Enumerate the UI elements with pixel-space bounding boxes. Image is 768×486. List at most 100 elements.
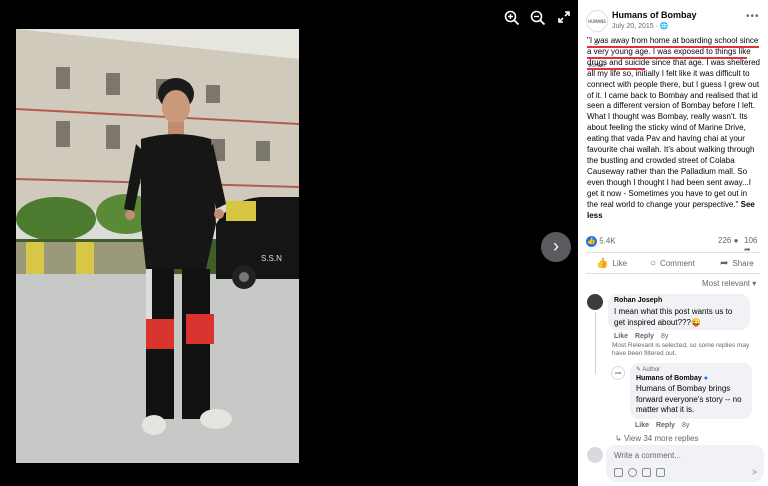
comment-count[interactable]: 226 ● [718, 236, 738, 245]
comment-reply-button[interactable]: Reply [635, 333, 654, 340]
post-date[interactable]: July 20, 2015 · 🌐 [612, 22, 669, 30]
comment-icon: ● [733, 236, 739, 245]
photo-viewer: S.S.N › [0, 0, 578, 486]
comment-text: I mean what this post wants us to get in… [614, 307, 748, 328]
post-stats: 👍 5.4K 226 ● 106 ➦ [586, 236, 764, 254]
page-reply-avatar[interactable]: HOB [611, 366, 625, 380]
see-less-link-2[interactable]: less [587, 211, 603, 220]
reply-line: forward everyone's story -- no [636, 394, 742, 404]
share-label: Share [732, 259, 754, 268]
filter-label: Most relevant [702, 279, 751, 288]
zoom-in-icon[interactable] [502, 10, 522, 30]
thumbs-up-icon: 👍 [596, 258, 609, 269]
comment-line: get inspired about???😜 [614, 318, 748, 329]
comment-line-text: get inspired about??? [614, 317, 691, 327]
comment-filter-dropdown[interactable]: Most relevant ▾ [702, 279, 756, 288]
sticker-icon[interactable] [614, 468, 623, 477]
reply-arrow-icon: ↳ [615, 434, 622, 443]
view-more-replies[interactable]: ↳ View 34 more replies [615, 434, 699, 443]
send-icon[interactable]: ➤ [751, 467, 759, 478]
reply-reply-button[interactable]: Reply [656, 422, 675, 429]
underline-annotation [587, 46, 759, 48]
filter-note: Most Relevant is selected, so some repli… [612, 342, 750, 357]
author-badge-text: Author [642, 367, 661, 373]
caption-line: about feeling the sticky wind of Marine … [587, 123, 746, 133]
share-arrow-icon: ➦ [720, 258, 729, 269]
post-panel: HUMANS OF BOMBAY Humans of Bombay July 2… [578, 0, 768, 486]
next-photo-button[interactable]: › [541, 232, 571, 262]
caption-line: of it. I came back to Bombay and realise… [587, 90, 758, 100]
caption-line: eating that vada Pav and having chai at … [587, 134, 745, 144]
emoji: 😜 [690, 317, 701, 327]
photo-image: S.S.N [16, 29, 299, 463]
like-reaction-icon: 👍 [586, 236, 597, 247]
share-count-text: 106 [744, 236, 758, 245]
reply-author[interactable]: Humans of Bombay ● [636, 375, 708, 382]
fullscreen-icon[interactable] [554, 10, 574, 30]
comment-label: Comment [660, 259, 695, 268]
more-options-icon[interactable]: ••• [746, 11, 760, 22]
taxi-sign: S.S.N [261, 254, 282, 263]
caption-line: the real world to change your perspectiv… [587, 200, 765, 211]
caption-line: Causeway rather than the Palladium mall.… [587, 166, 748, 176]
author-badge: ✎ Author [636, 366, 660, 373]
view-more-replies-text: View 34 more replies [623, 434, 699, 443]
underline-annotation [587, 57, 747, 59]
caption-line-text: get it now - Sometimes you have to get o… [587, 188, 748, 198]
comment-button[interactable]: ○ Comment [650, 258, 695, 269]
post-date-text: July 20, 2015 · [612, 23, 660, 30]
caret-down-icon: ▾ [752, 279, 757, 288]
pencil-icon: ✎ [636, 367, 642, 373]
caption-line: What I thought was Bombay, really wasn't… [587, 112, 748, 122]
post-photo[interactable]: S.S.N [16, 29, 299, 463]
reply-line: matter what it is. [636, 405, 695, 414]
commenter-avatar[interactable] [587, 294, 603, 310]
reply-time: 8y [681, 422, 690, 429]
caption-line: favourite chai wallah. It's about walkin… [587, 145, 755, 155]
camera-icon[interactable] [642, 468, 651, 477]
caption-line: less [587, 211, 765, 222]
reaction-count[interactable]: 5.4K [599, 237, 615, 246]
caption-line: even though I thought I had been sent aw… [587, 177, 751, 187]
see-less-link[interactable]: See [741, 200, 755, 209]
zoom-out-icon[interactable] [528, 10, 548, 30]
reply-line: Humans of Bombay brings [636, 384, 731, 393]
chevron-right-icon: › [553, 236, 559, 256]
post-header: HUMANS OF BOMBAY Humans of Bombay July 2… [578, 0, 768, 68]
comment-like-button[interactable]: Like [614, 333, 628, 340]
like-label: Like [612, 259, 628, 268]
comment-time: 8y [660, 333, 669, 340]
comment-actions: Like Reply 8y [614, 333, 668, 340]
post-caption: "I was away from home at boarding school… [587, 36, 765, 221]
divider [586, 273, 760, 274]
user-avatar[interactable] [587, 447, 603, 463]
like-button[interactable]: 👍 Like [596, 258, 627, 269]
divider [586, 252, 760, 253]
comment-author[interactable]: Rohan Joseph [614, 297, 662, 304]
caption-line: connect with people there, but I guess I… [587, 79, 760, 89]
reply-author-text: Humans of Bombay [636, 375, 702, 382]
reply-like-button[interactable]: Like [635, 422, 649, 429]
underline-annotation [587, 68, 645, 70]
comment-count-text: 226 [718, 236, 732, 245]
share-button[interactable]: ➦ Share [720, 258, 754, 269]
reply-bubble: ✎ Author Humans of Bombay ● Humans of Bo… [630, 363, 752, 419]
caption-line-text: the real world to change your perspectiv… [587, 199, 739, 209]
comment-bubble-icon: ○ [650, 258, 657, 269]
caption-line: seen a different version of Bombay befor… [587, 101, 755, 111]
reply-actions: Like Reply 8y [635, 422, 689, 429]
page-avatar[interactable]: HUMANS OF BOMBAY [586, 10, 608, 68]
comment-input[interactable]: Write a comment... ➤ [606, 445, 764, 482]
reply-text: Humans of Bombay brings forward everyone… [636, 384, 750, 416]
comment-line: I mean what this post wants us to [614, 307, 733, 316]
verified-badge-icon: ● [703, 375, 708, 382]
globe-icon: 🌐 [659, 23, 669, 30]
thread-line [595, 312, 596, 374]
gif-icon[interactable] [656, 468, 665, 477]
emoji-icon[interactable] [628, 468, 637, 477]
caption-line: the bustling and crowded street of Colab… [587, 155, 735, 165]
caption-line: get it now - Sometimes you have to get o… [587, 189, 765, 200]
comment-placeholder: Write a comment... [614, 451, 681, 460]
page-name[interactable]: Humans of Bombay [612, 10, 697, 20]
caption-line: all my life so, initially I felt like it… [587, 68, 750, 78]
